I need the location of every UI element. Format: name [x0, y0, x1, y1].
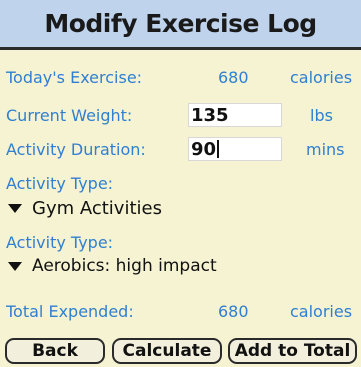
activity-type-2-dropdown[interactable]: Aerobics: high impact: [8, 256, 217, 276]
activity-duration-unit: mins: [306, 140, 345, 159]
activity-duration-row: Activity Duration: 90 mins: [0, 136, 361, 164]
todays-exercise-unit: calories: [290, 68, 353, 87]
activity-duration-value: 90: [191, 138, 217, 160]
total-expended-value: 680: [218, 302, 249, 321]
activity-type-2-label: Activity Type:: [6, 233, 114, 252]
triangle-down-icon: [8, 204, 22, 213]
current-weight-label: Current Weight:: [6, 106, 133, 125]
activity-type-1-dropdown[interactable]: Gym Activities: [8, 198, 162, 219]
current-weight-row: Current Weight: 135 lbs: [0, 102, 361, 130]
modify-exercise-log-screen: Modify Exercise Log Today's Exercise: 68…: [0, 0, 361, 367]
activity-type-1-label: Activity Type:: [6, 174, 114, 193]
activity-type-2-row: Activity Type:: [0, 229, 361, 257]
total-expended-label: Total Expended:: [6, 302, 134, 321]
activity-type-1-selected: Gym Activities: [32, 198, 162, 219]
current-weight-value: 135: [191, 104, 229, 126]
total-expended-unit: calories: [290, 302, 353, 321]
button-bar: Back Calculate Add to Total: [0, 338, 361, 367]
todays-exercise-value: 680: [218, 68, 249, 87]
calculate-button[interactable]: Calculate: [112, 338, 222, 364]
triangle-down-icon: [8, 261, 22, 271]
activity-type-1-row: Activity Type:: [0, 170, 361, 198]
total-expended-row: Total Expended: 680 calories: [0, 298, 361, 326]
text-cursor: [217, 140, 220, 158]
current-weight-field[interactable]: 135: [188, 103, 282, 127]
current-weight-unit: lbs: [310, 106, 333, 125]
todays-exercise-label: Today's Exercise:: [6, 68, 143, 87]
add-to-total-button[interactable]: Add to Total: [228, 338, 357, 364]
title-bar: Modify Exercise Log: [0, 0, 361, 50]
back-button[interactable]: Back: [5, 338, 105, 364]
todays-exercise-row: Today's Exercise: 680 calories: [0, 64, 361, 92]
activity-duration-field[interactable]: 90: [188, 137, 282, 161]
activity-duration-label: Activity Duration:: [6, 140, 146, 159]
activity-type-2-selected: Aerobics: high impact: [32, 256, 217, 276]
page-title: Modify Exercise Log: [44, 9, 317, 38]
